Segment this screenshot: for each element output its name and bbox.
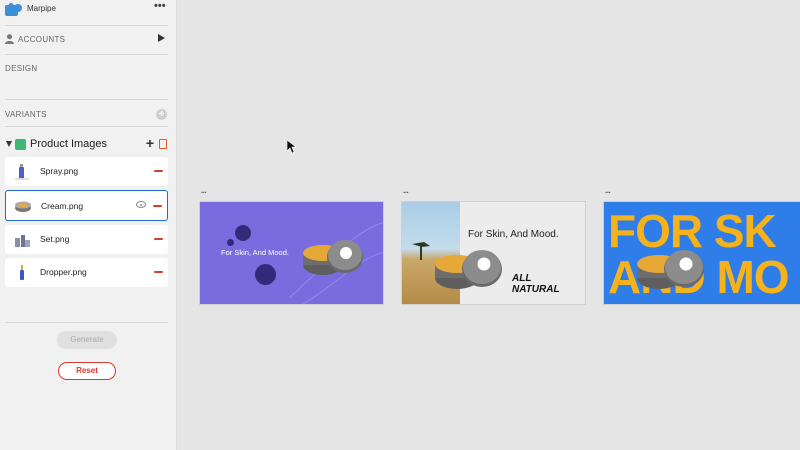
tagline-line-1: ALL: [512, 273, 532, 284]
card-headline: For Skin, And Mood.: [468, 229, 559, 240]
card-headline: For Skin, And Mood.: [221, 248, 289, 257]
file-item-dropper[interactable]: Dropper.png: [5, 258, 168, 287]
divider: [5, 25, 168, 26]
variant-card-2[interactable]: For Skin, And Mood. ALL NATURAL: [401, 201, 586, 305]
decorative-dot: [227, 239, 234, 246]
accounts-label: ACCOUNTS: [18, 35, 66, 44]
more-dots-icon[interactable]: •••: [154, 0, 166, 12]
cream-tin-image: [637, 250, 704, 289]
divider: [5, 322, 168, 323]
eye-icon[interactable]: [136, 201, 146, 208]
product-images-group-header[interactable]: Product Images +: [5, 135, 168, 153]
person-icon: [5, 34, 14, 44]
card-menu-icon[interactable]: ...: [201, 186, 207, 195]
add-image-icon[interactable]: +: [146, 135, 154, 151]
clipboard-icon[interactable]: [159, 139, 167, 149]
divider: [5, 126, 168, 127]
accounts-row[interactable]: ACCOUNTS: [5, 32, 168, 48]
remove-icon[interactable]: [154, 238, 163, 240]
card-menu-icon[interactable]: ...: [605, 186, 611, 195]
remove-icon[interactable]: [153, 205, 162, 207]
design-row[interactable]: DESIGN: [5, 61, 168, 77]
variants-label: VARIANTS: [5, 110, 47, 119]
caret-down-icon[interactable]: [6, 141, 12, 147]
generate-button[interactable]: Generate: [57, 331, 117, 349]
file-name: Set.png: [40, 234, 70, 244]
file-name: Spray.png: [40, 166, 79, 176]
spray-thumbnail: [15, 164, 29, 180]
decorative-dot: [255, 264, 276, 285]
play-icon[interactable]: [158, 34, 165, 42]
file-item-spray[interactable]: Spray.png: [5, 157, 168, 186]
card-menu-icon[interactable]: ...: [403, 186, 409, 195]
card-tagline: ALL NATURAL: [512, 273, 560, 295]
variants-row: VARIANTS +: [5, 107, 168, 123]
remove-icon[interactable]: [154, 170, 163, 172]
file-item-set[interactable]: Set.png: [5, 225, 168, 254]
sidebar: Marpipe ••• ACCOUNTS DESIGN VARIANTS + P…: [0, 0, 177, 450]
variant-card-1[interactable]: For Skin, And Mood.: [199, 201, 384, 305]
variant-card-3[interactable]: FOR SK AND MO: [603, 201, 800, 305]
cream-tin-image: [303, 240, 363, 275]
canvas[interactable]: ... For Skin, And Mood. ... For Skin, An…: [178, 0, 800, 450]
image-group-icon: [15, 139, 26, 150]
design-label: DESIGN: [5, 64, 38, 73]
file-name: Cream.png: [41, 201, 84, 211]
reset-button[interactable]: Reset: [58, 362, 116, 380]
file-item-cream[interactable]: Cream.png: [5, 190, 168, 221]
cream-tin-image: [435, 250, 502, 289]
dropper-thumbnail: [20, 265, 24, 280]
file-name: Dropper.png: [40, 267, 87, 277]
set-thumbnail: [15, 235, 30, 247]
remove-icon[interactable]: [154, 271, 163, 273]
divider: [5, 54, 168, 55]
mouse-cursor-icon: [287, 140, 297, 154]
add-variant-icon[interactable]: +: [156, 109, 167, 120]
app-title: Marpipe: [27, 4, 56, 13]
tagline-line-2: NATURAL: [512, 284, 560, 295]
marpipe-logo: [5, 3, 22, 16]
divider: [5, 99, 168, 100]
cream-thumbnail: [15, 201, 31, 212]
decorative-dot: [235, 225, 251, 241]
group-label: Product Images: [30, 138, 108, 150]
app-header: Marpipe •••: [0, 0, 177, 20]
